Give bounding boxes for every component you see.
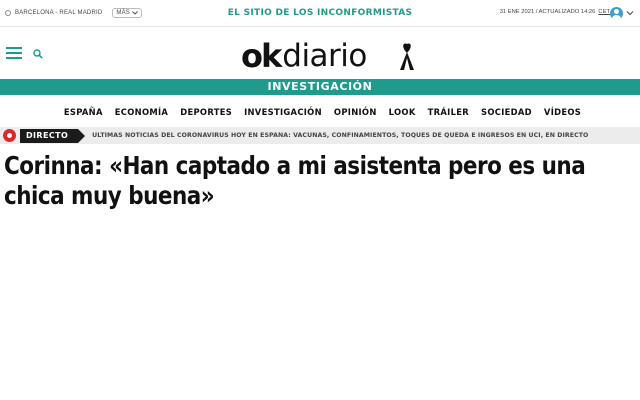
- match-label: BARCELONA - REAL MADRID: [15, 10, 103, 16]
- nav-item-videos[interactable]: VÍDEOS: [544, 104, 581, 120]
- nav-item-look[interactable]: LOOK: [389, 104, 416, 120]
- more-label: MÁS: [116, 10, 131, 16]
- live-broadcast-icon: [3, 129, 16, 142]
- live-news-bar[interactable]: DIRECTO ÚLTIMAS NOTICIAS DEL CORONAVIRUS…: [0, 127, 640, 144]
- nav-item-trailer[interactable]: TRÁILER: [428, 104, 469, 120]
- top-bar: BARCELONA - REAL MADRID MÁS EL SITIO DE …: [0, 0, 640, 27]
- chevron-down-icon: [132, 11, 138, 15]
- nav-item-sociedad[interactable]: SOCIEDAD: [481, 104, 532, 120]
- update-info: 31 ENE 2021 / ACTUALIZADO 14:26 CET: [500, 9, 610, 15]
- timezone-label: CET: [598, 9, 610, 15]
- section-title-bar[interactable]: INVESTIGACIÓN: [0, 79, 640, 95]
- okdiario-logo[interactable]: ok diario: [241, 33, 367, 73]
- nav-item-economia[interactable]: ECONOMÍA: [115, 104, 168, 120]
- update-date: 31 ENE 2021 / ACTUALIZADO 14:26: [499, 9, 596, 15]
- logo-name: diario: [282, 38, 367, 74]
- logo-ok: ok: [241, 37, 282, 75]
- nav-item-deportes[interactable]: DEPORTES: [180, 104, 232, 120]
- live-match-widget[interactable]: BARCELONA - REAL MADRID MÁS: [5, 8, 143, 18]
- main-nav: ESPAÑA ECONOMÍA DEPORTES INVESTIGACIÓN O…: [0, 104, 640, 120]
- nav-item-espana[interactable]: ESPAÑA: [64, 104, 103, 120]
- account-caret-icon[interactable]: [626, 9, 634, 17]
- hamburger-menu-icon[interactable]: [6, 47, 22, 59]
- mourning-ribbon-icon: [400, 43, 414, 70]
- more-matches-button[interactable]: MÁS: [112, 8, 143, 18]
- live-headline-link[interactable]: ÚLTIMAS NOTICIAS DEL CORONAVIRUS HOY EN …: [92, 132, 588, 139]
- nav-item-investigacion[interactable]: INVESTIGACIÓN: [244, 104, 322, 120]
- nav-item-opinion[interactable]: OPINIÓN: [334, 104, 377, 120]
- live-tag: DIRECTO: [20, 128, 86, 143]
- user-account-icon[interactable]: [610, 7, 623, 20]
- article-headline: Corinna: «Han captado a mi asistenta per…: [4, 151, 586, 210]
- football-icon: [5, 10, 11, 16]
- search-icon[interactable]: [33, 49, 43, 59]
